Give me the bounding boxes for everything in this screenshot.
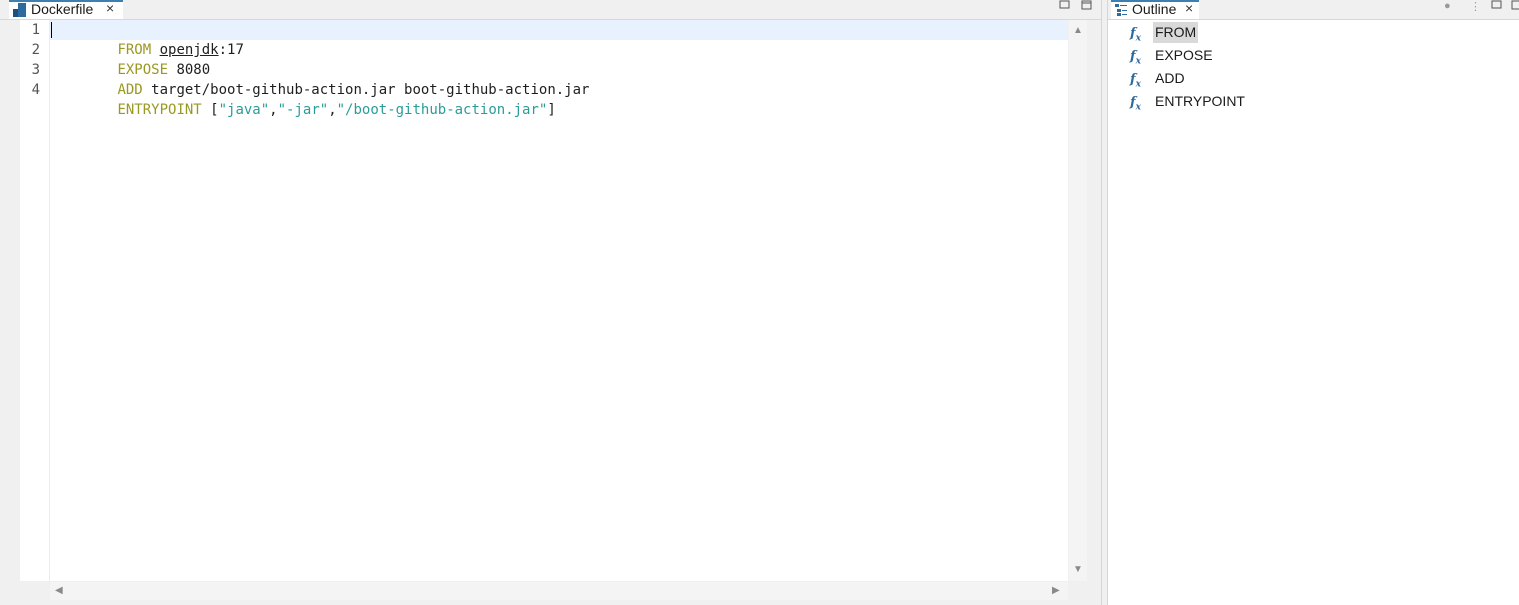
vertical-scrollbar[interactable]: ▲ ▼ bbox=[1069, 20, 1087, 581]
text-caret bbox=[51, 22, 52, 38]
code-area[interactable]: FROM openjdk:17 EXPOSE 8080 ADD target/b… bbox=[50, 20, 1068, 581]
line-number: 3 bbox=[31, 62, 40, 78]
scroll-left-icon[interactable]: ◀ bbox=[55, 586, 63, 596]
line-number-gutter: 1 2 3 4 bbox=[20, 20, 50, 581]
minimize-icon[interactable] bbox=[1491, 0, 1503, 10]
editor-pane: Dockerfile × 1 2 3 4 FROM openjdk:17 EXP… bbox=[0, 0, 1101, 605]
code-editor[interactable]: 1 2 3 4 FROM openjdk:17 EXPOSE 8080 ADD … bbox=[20, 20, 1068, 581]
code-line[interactable]: EXPOSE 8080 bbox=[50, 40, 1068, 78]
outline-tab-bar: Outline × ● ⋮ bbox=[1108, 0, 1519, 20]
outline-item-add[interactable]: fx ADD bbox=[1130, 68, 1185, 90]
code-token: [ bbox=[201, 102, 219, 118]
string-token: "-jar" bbox=[277, 102, 329, 118]
code-line[interactable]: ENTRYPOINT ["java","-jar","/boot-github-… bbox=[50, 80, 1068, 118]
tab-label: Dockerfile bbox=[31, 1, 94, 17]
code-token: , bbox=[269, 102, 278, 118]
editor-tab-bar: Dockerfile × bbox=[0, 0, 1101, 20]
maximize-icon[interactable] bbox=[1081, 0, 1093, 10]
code-token: , bbox=[328, 102, 337, 118]
filter-icon[interactable]: ● bbox=[1444, 0, 1451, 12]
line-number: 2 bbox=[31, 42, 40, 58]
code-line[interactable]: FROM openjdk:17 bbox=[50, 20, 1068, 58]
outline-item-label: ADD bbox=[1155, 70, 1185, 86]
keyword-token: ENTRYPOINT bbox=[117, 102, 202, 118]
horizontal-scrollbar[interactable]: ◀ ▶ bbox=[50, 582, 1068, 600]
string-token: "java" bbox=[218, 102, 270, 118]
tab-dockerfile[interactable]: Dockerfile × bbox=[9, 0, 123, 19]
code-line[interactable]: ADD target/boot-github-action.jar boot-g… bbox=[50, 60, 1068, 98]
maximize-icon[interactable] bbox=[1511, 0, 1519, 10]
close-icon[interactable]: × bbox=[1185, 0, 1193, 17]
outline-item-entrypoint[interactable]: fx ENTRYPOINT bbox=[1130, 91, 1245, 113]
code-token: ] bbox=[547, 102, 556, 118]
view-menu-icon[interactable]: ⋮ bbox=[1470, 0, 1481, 13]
outline-item-label: ENTRYPOINT bbox=[1155, 93, 1245, 109]
outline-pane: Outline × ● ⋮ fx FROM fx EXPOSE fx ADD fx EN… bbox=[1107, 0, 1519, 605]
scroll-up-icon[interactable]: ▲ bbox=[1073, 26, 1083, 36]
tab-label: Outline bbox=[1132, 1, 1177, 17]
dockerfile-icon bbox=[13, 3, 26, 17]
string-token: "/boot-github-action.jar" bbox=[336, 102, 548, 118]
outline-item-label: EXPOSE bbox=[1155, 47, 1213, 63]
outline-item-from[interactable]: fx FROM bbox=[1130, 22, 1199, 44]
tab-outline[interactable]: Outline × bbox=[1111, 0, 1199, 19]
minimize-icon[interactable] bbox=[1059, 0, 1071, 10]
close-icon[interactable]: × bbox=[106, 0, 114, 17]
function-icon: fx bbox=[1130, 95, 1141, 113]
scroll-right-icon[interactable]: ▶ bbox=[1052, 586, 1060, 596]
line-number: 4 bbox=[31, 82, 40, 98]
scroll-down-icon[interactable]: ▼ bbox=[1073, 565, 1083, 575]
outline-icon bbox=[1115, 4, 1127, 16]
outline-item-label: FROM bbox=[1153, 22, 1199, 43]
outline-item-expose[interactable]: fx EXPOSE bbox=[1130, 45, 1213, 67]
line-number: 1 bbox=[31, 22, 40, 38]
